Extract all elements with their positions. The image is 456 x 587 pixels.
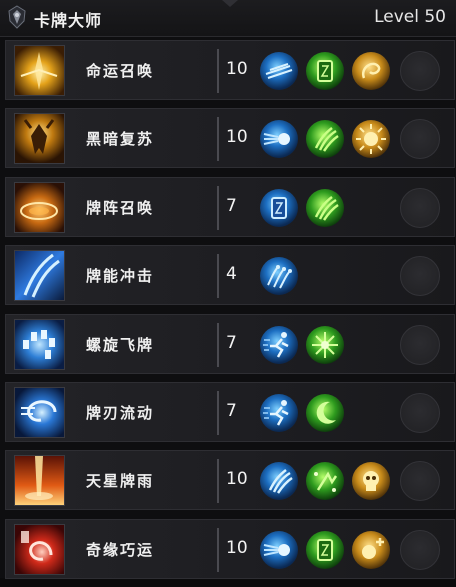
blue-sprint-icon[interactable] [260,393,298,432]
skill-row[interactable]: 黑暗复苏 10 [5,108,455,169]
green-claw-icon[interactable] [306,188,344,227]
skill-points: 7 [226,400,237,421]
skill-points: 10 [226,469,248,490]
skill-row[interactable]: 奇缘巧运 10 [5,518,455,579]
empty-rune-slot[interactable] [400,256,440,297]
golden-card-burst-icon[interactable] [14,45,65,96]
skill-name: 牌阵召唤 [86,198,155,217]
blue-sprint-icon[interactable] [260,325,298,364]
skill-points: 10 [226,59,248,79]
skill-name: 天星牌雨 [86,472,155,491]
blue-vortex-icon[interactable] [14,386,65,438]
skill-name: 牌刃流动 [86,403,155,422]
empty-rune-slot[interactable] [400,461,440,502]
gold-sun-icon[interactable] [352,120,390,159]
green-burst-icon[interactable] [306,325,344,364]
skill-points: 4 [226,264,237,285]
skill-points: 10 [226,127,248,148]
card-spiral-icon[interactable] [14,318,65,370]
skill-row[interactable]: 牌阵召唤 7 [5,176,455,237]
green-card-icon[interactable] [306,530,344,569]
blue-orb-icon[interactable] [260,530,298,569]
empty-rune-slot[interactable] [400,324,440,365]
empty-rune-slot[interactable] [400,392,440,433]
row-divider [217,254,219,299]
skill-name: 奇缘巧运 [86,540,155,559]
blue-orb-icon[interactable] [260,120,298,159]
panel-header: 卡牌大师 Level 50 [0,0,456,37]
skill-row[interactable]: 牌刃流动 7 [5,381,455,442]
skill-points: 7 [226,195,237,216]
green-moon-icon[interactable] [306,393,344,432]
red-card-swirl-icon[interactable] [14,523,65,575]
skill-name: 牌能冲击 [86,267,155,286]
row-divider [217,390,219,435]
blue-dash-icon[interactable] [260,52,298,90]
dark-demon-icon[interactable] [14,113,65,165]
empty-rune-slot[interactable] [400,187,440,228]
skill-points: 10 [226,537,248,558]
skill-row[interactable]: 螺旋飞牌 7 [5,313,455,374]
row-divider [217,322,219,367]
skill-name: 螺旋飞牌 [86,335,155,354]
level-label: Level 50 [374,7,446,27]
skill-name: 命运召唤 [86,62,155,80]
row-divider [217,459,219,504]
green-claw-icon[interactable] [306,120,344,159]
skill-name: 黑暗复苏 [86,130,155,149]
skill-row[interactable]: 命运召唤 10 [5,40,455,100]
skill-row[interactable]: 牌能冲击 4 [5,245,455,306]
empty-rune-slot[interactable] [400,529,440,570]
blue-slash-icon[interactable] [14,250,65,302]
empty-rune-slot[interactable] [400,119,440,160]
skill-points: 7 [226,332,237,353]
row-divider [217,117,219,162]
gold-orb-plus-icon[interactable] [352,530,390,569]
header-notch [222,0,238,7]
empty-rune-slot[interactable] [400,51,440,91]
row-divider [217,185,219,230]
gold-spiral-icon[interactable] [352,52,390,90]
row-divider [217,49,219,93]
card-circle-icon[interactable] [14,181,65,233]
fire-pillar-icon[interactable] [14,455,65,507]
dark-crest-icon [5,5,29,29]
skill-panel: 卡牌大师 Level 50 命运召唤 10 黑暗复苏 10 牌阵召唤 7 牌能冲… [0,0,456,579]
row-divider [217,527,219,572]
class-title: 卡牌大师 [34,11,103,30]
skill-row[interactable]: 天星牌雨 10 [5,450,455,511]
green-sparkle-arrow-icon[interactable] [306,462,344,501]
gold-skull-icon[interactable] [352,462,390,501]
blue-card-icon[interactable] [260,188,298,227]
blue-claw-icon[interactable] [260,462,298,501]
blue-multi-strike-icon[interactable] [260,257,298,296]
green-card-icon[interactable] [306,52,344,90]
skill-list: 命运召唤 10 黑暗复苏 10 牌阵召唤 7 牌能冲击 4 螺旋飞牌 7 牌刃流… [5,40,455,587]
